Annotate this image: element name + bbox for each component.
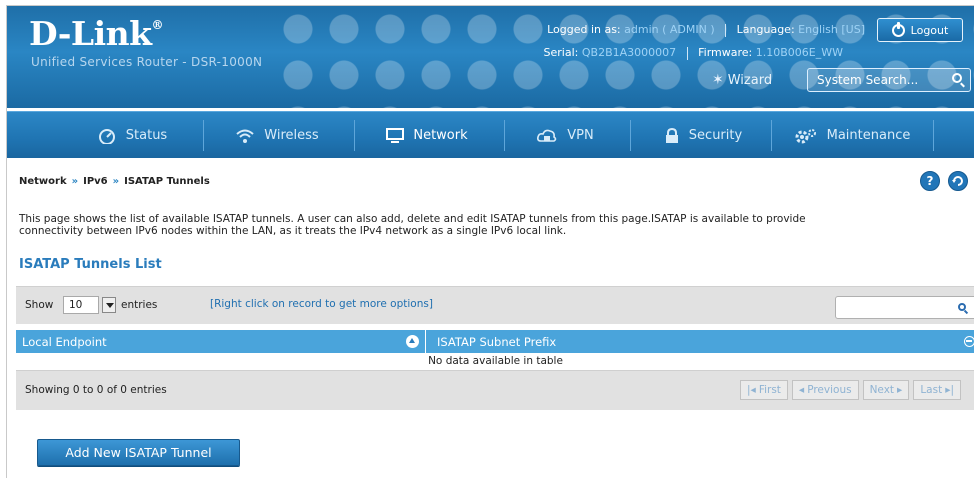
help-icon[interactable]: ? [920,171,940,191]
device-info: Serial: QB2B1A3000007 Firmware: 1.10B006… [543,46,843,60]
magic-wand-icon: ✶ [712,72,724,88]
previous-icon: ◂ [798,384,805,396]
nav-wireless[interactable]: Wireless [217,112,337,159]
nav-vpn[interactable]: VPN [515,112,615,159]
next-page-button[interactable]: Next ▸ [862,380,910,400]
padlock-icon [665,127,678,143]
first-icon: |◂ [747,384,756,396]
power-icon [891,21,905,37]
showing-entries-info: Showing 0 to 0 of 0 entries [25,384,167,396]
breadcrumb-ipv6[interactable]: IPv6 [83,176,108,187]
nav-network[interactable]: Network [367,112,487,159]
product-subtitle: Unified Services Router - DSR-1000N [31,55,263,69]
search-icon [952,73,962,83]
table-toolbar: Show 10 entries [Right click on record t… [16,286,974,324]
nav-maintenance[interactable]: Maintenance [777,112,927,159]
logged-in-user: admin ( ADMIN ) [624,23,715,36]
section-title: ISATAP Tunnels List [19,257,162,272]
page-description: This page shows the list of available IS… [19,213,806,237]
language-selector[interactable]: English [US] [798,23,865,36]
wizard-link[interactable]: ✶ Wizard [712,72,772,88]
help-icons: ? [920,171,968,191]
sort-ascending-icon [406,335,419,348]
sort-icon [964,336,974,347]
add-isatap-tunnel-button[interactable]: Add New ISATAP Tunnel [37,439,240,466]
dlink-logo: D-Link® [29,14,164,53]
firmware-value: 1.10B006E_WW [755,46,843,59]
header: D-Link® Unified Services Router - DSR-10… [7,6,974,108]
last-page-button[interactable]: Last ▸| [913,380,962,400]
column-local-endpoint[interactable]: Local Endpoint [16,330,426,353]
previous-page-button[interactable]: ◂ Previous [791,380,859,400]
logout-button[interactable]: Logout [877,18,963,42]
column-isatap-subnet-prefix[interactable]: ISATAP Subnet Prefix [427,330,974,353]
main-nav: Status Wireless Network VPN Security Mai… [7,111,974,158]
refresh-icon[interactable] [948,171,968,191]
breadcrumb-network[interactable]: Network [19,176,67,187]
router-admin-frame: D-Link® Unified Services Router - DSR-10… [6,5,974,478]
monitor-icon [386,127,405,143]
first-page-button[interactable]: |◂ First [740,380,788,400]
next-icon: ▸ [897,384,903,396]
cloud-lock-icon [537,129,557,142]
pagination: |◂ First ◂ Previous Next ▸ Last ▸| [740,380,962,400]
nav-security[interactable]: Security [643,112,763,159]
system-search-input[interactable]: System Search... [807,68,971,92]
table-footer: Showing 0 to 0 of 0 entries |◂ First ◂ Pre… [16,370,974,410]
empty-table-row: No data available in table [16,353,974,370]
gears-icon [795,128,816,143]
nav-status[interactable]: Status [72,112,192,159]
table-header: Local Endpoint ISATAP Subnet Prefix [16,330,974,353]
table-search-input[interactable] [835,296,974,319]
entries-per-page-select[interactable]: 10 [63,296,99,314]
wifi-icon [236,129,254,143]
right-click-hint: [Right click on record to get more optio… [210,298,433,310]
dashboard-icon [98,128,115,144]
last-icon: ▸| [945,384,955,396]
breadcrumb-isatap: ISATAP Tunnels [124,176,210,187]
breadcrumb: Network» IPv6» ISATAP Tunnels [19,176,210,187]
chevron-down-icon[interactable] [102,297,116,313]
search-icon [958,303,966,311]
login-info: Logged in as: admin ( ADMIN ) Language: … [547,23,865,37]
entries-label: entries [121,299,158,311]
show-label: Show [25,299,54,311]
serial-value: QB2B1A3000007 [581,46,677,59]
